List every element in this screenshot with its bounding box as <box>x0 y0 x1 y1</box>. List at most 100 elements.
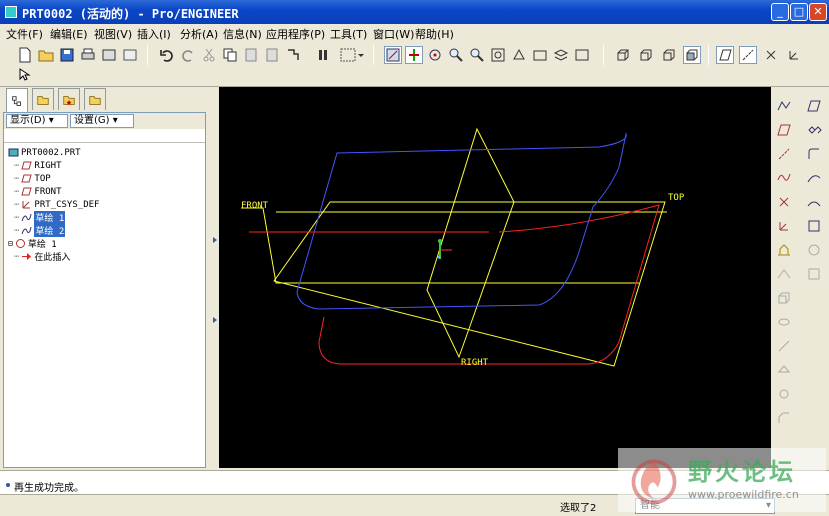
send-mail-icon[interactable] <box>100 46 118 64</box>
datum-plane-tool-2-icon[interactable] <box>775 121 793 139</box>
print-icon[interactable] <box>79 46 97 64</box>
datum-point-tool-icon[interactable] <box>775 193 793 211</box>
find-icon[interactable] <box>316 46 334 64</box>
coordinate-systems-toggle-icon[interactable] <box>785 46 803 64</box>
datum-axes-toggle-icon[interactable] <box>739 46 757 64</box>
sketch-icon <box>15 238 26 249</box>
tree-item-csys[interactable]: ⋯ PRT_CSYS_DEF <box>14 198 99 211</box>
view-manager-icon[interactable] <box>573 46 591 64</box>
graphics-window[interactable]: FRONT TOP RIGHT <box>219 87 771 468</box>
settings-dropdown[interactable]: 设置(G) ▾ <box>70 114 134 128</box>
sweep-tool-icon[interactable] <box>805 169 823 187</box>
shading-icon[interactable] <box>683 46 701 64</box>
select-box-dropdown[interactable] <box>338 46 366 64</box>
datum-axis-tool-icon[interactable] <box>775 145 793 163</box>
paste-special-icon[interactable] <box>263 46 281 64</box>
tab-connections[interactable] <box>84 88 106 110</box>
model-tree-options: 显示(D) ▾ 设置(G) ▾ <box>4 113 205 129</box>
tree-item-sketch-1[interactable]: ⋯ 草绘 1 <box>14 211 66 224</box>
hidden-line-icon[interactable] <box>637 46 655 64</box>
tab-favorites[interactable] <box>58 88 80 110</box>
tree-item-insert-here[interactable]: ⋯ 在此插入 <box>14 250 70 264</box>
extrude-tool-icon[interactable] <box>775 289 793 307</box>
menu-tools[interactable]: 工具(T) <box>330 26 367 42</box>
csys-tool-icon[interactable] <box>775 217 793 235</box>
tab-folder-browser[interactable] <box>32 88 54 110</box>
tree-item-front[interactable]: ⋯ FRONT <box>14 185 62 198</box>
minimize-button[interactable]: _ <box>771 3 789 21</box>
model-tree-panel: 显示(D) ▾ 设置(G) ▾ PRT0002.PRT ⋯ RIGHT ⋯ TO… <box>3 112 206 468</box>
context-help-icon[interactable] <box>16 66 34 84</box>
refit-icon[interactable] <box>489 46 507 64</box>
tree-item-sketch-3[interactable]: ⊟ 草绘 1 <box>8 237 57 250</box>
rib-tool-icon[interactable] <box>805 265 823 283</box>
menu-applications[interactable]: 应用程序(P) <box>266 26 325 42</box>
datum-curve-tool-icon[interactable] <box>775 169 793 187</box>
draft-tool-icon[interactable] <box>805 217 823 235</box>
analysis-feature-icon[interactable] <box>775 241 793 259</box>
close-button[interactable]: ✕ <box>809 3 827 21</box>
sketch-tool-icon[interactable] <box>775 97 793 115</box>
datum-points-toggle-icon[interactable] <box>762 46 780 64</box>
watermark-title: 野火论坛 <box>688 458 796 486</box>
zoom-in-icon[interactable] <box>447 46 465 64</box>
menu-view[interactable]: 视图(V) <box>94 26 132 42</box>
regenerate-icon[interactable] <box>284 46 302 64</box>
maximize-button[interactable]: □ <box>790 3 808 21</box>
layers-icon[interactable] <box>552 46 570 64</box>
boundary-blend-tool-icon[interactable] <box>805 193 823 211</box>
spin-center-icon[interactable] <box>405 46 423 64</box>
copy-icon[interactable] <box>221 46 239 64</box>
send-link-icon[interactable] <box>121 46 139 64</box>
datum-graph-icon[interactable] <box>775 265 793 283</box>
revolve-tool-icon[interactable] <box>775 313 793 331</box>
show-dropdown[interactable]: 显示(D) ▾ <box>6 114 68 128</box>
message-text: 再生成功完成。 <box>14 483 84 494</box>
variable-sweep-icon[interactable] <box>775 337 793 355</box>
paste-icon[interactable] <box>242 46 260 64</box>
panel-splitter[interactable] <box>208 87 218 470</box>
tree-item-top[interactable]: ⋯ TOP <box>14 172 51 185</box>
round-tool-icon[interactable] <box>805 145 823 163</box>
collapse-arrow-icon[interactable] <box>213 237 217 243</box>
message-bullet-icon <box>6 483 10 487</box>
hole-tool-icon[interactable] <box>775 385 793 403</box>
new-file-icon[interactable] <box>16 46 34 64</box>
menu-info[interactable]: 信息(N) <box>223 26 262 42</box>
menu-edit[interactable]: 编辑(E) <box>50 26 88 42</box>
tab-model-tree[interactable] <box>6 88 28 112</box>
tree-item-part[interactable]: PRT0002.PRT <box>8 146 81 159</box>
menu-analysis[interactable]: 分析(A) <box>180 26 218 42</box>
pattern-tool-icon[interactable] <box>805 121 823 139</box>
shell-tool-icon[interactable] <box>805 241 823 259</box>
repaint-icon[interactable] <box>384 46 402 64</box>
datum-plane-tool-icon[interactable] <box>805 97 823 115</box>
chamfer-tool-icon[interactable] <box>775 409 793 427</box>
feature-toolbar <box>772 87 829 470</box>
expand-arrow-icon[interactable] <box>213 317 217 323</box>
save-icon[interactable] <box>58 46 76 64</box>
menu-insert[interactable]: 插入(I) <box>137 26 171 42</box>
favorites-icon <box>63 95 75 105</box>
saved-views-icon[interactable] <box>531 46 549 64</box>
datum-planes-toggle-icon[interactable] <box>716 46 734 64</box>
cut-icon[interactable] <box>200 46 218 64</box>
no-hidden-icon[interactable] <box>660 46 678 64</box>
title-bar: PRT0002 (活动的) - Pro/ENGINEER _ □ ✕ <box>0 0 829 24</box>
orient-mode-icon[interactable] <box>426 46 444 64</box>
navigator-tabs <box>2 88 212 112</box>
tree-item-right[interactable]: ⋯ RIGHT <box>14 159 62 172</box>
tree-item-sketch-2[interactable]: ⋯ 草绘 2 <box>14 224 66 237</box>
reorient-icon[interactable] <box>510 46 528 64</box>
undo-icon[interactable] <box>158 46 176 64</box>
blend-tool-icon[interactable] <box>775 361 793 379</box>
redo-icon[interactable] <box>179 46 197 64</box>
collapse-icon[interactable]: ⊟ <box>8 239 13 248</box>
watermark-url: www.proewildfire.cn <box>688 488 799 501</box>
menu-file[interactable]: 文件(F) <box>6 26 43 42</box>
menu-window[interactable]: 窗口(W) <box>373 26 414 42</box>
wireframe-icon[interactable] <box>614 46 632 64</box>
open-folder-icon[interactable] <box>37 46 55 64</box>
menu-help[interactable]: 帮助(H) <box>415 26 454 42</box>
zoom-out-icon[interactable] <box>468 46 486 64</box>
